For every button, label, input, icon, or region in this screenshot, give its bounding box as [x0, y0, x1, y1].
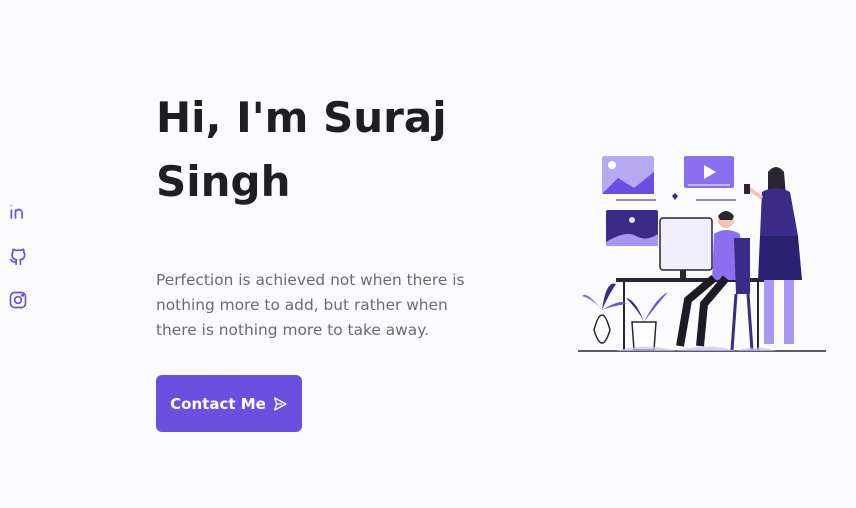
- hero-title: Hi, I'm Suraj Singh: [156, 93, 447, 206]
- monitor: [659, 217, 713, 278]
- send-icon: [273, 396, 287, 411]
- hero-description: Perfection is achieved not when there is…: [156, 271, 465, 339]
- chair: [734, 238, 750, 294]
- floating-night-card: [606, 210, 658, 246]
- instagram-link[interactable]: [8, 290, 28, 312]
- linkedin-icon: [10, 205, 23, 219]
- floating-video-card: [684, 156, 734, 188]
- standing-person: [744, 167, 802, 344]
- person-at-desk-illustration: [578, 156, 826, 352]
- instagram-icon: [9, 291, 27, 309]
- github-icon: [9, 248, 26, 266]
- plant-pot-left: [582, 283, 626, 344]
- contact-me-button[interactable]: Contact Me: [156, 375, 302, 432]
- contact-me-label: Contact Me: [170, 394, 266, 413]
- plant-pot-right: [626, 292, 668, 351]
- floating-image-card: [602, 156, 654, 194]
- github-link[interactable]: [8, 246, 28, 268]
- linkedin-link[interactable]: [8, 202, 28, 224]
- heart-icon: [672, 193, 678, 200]
- social-links: [8, 202, 28, 312]
